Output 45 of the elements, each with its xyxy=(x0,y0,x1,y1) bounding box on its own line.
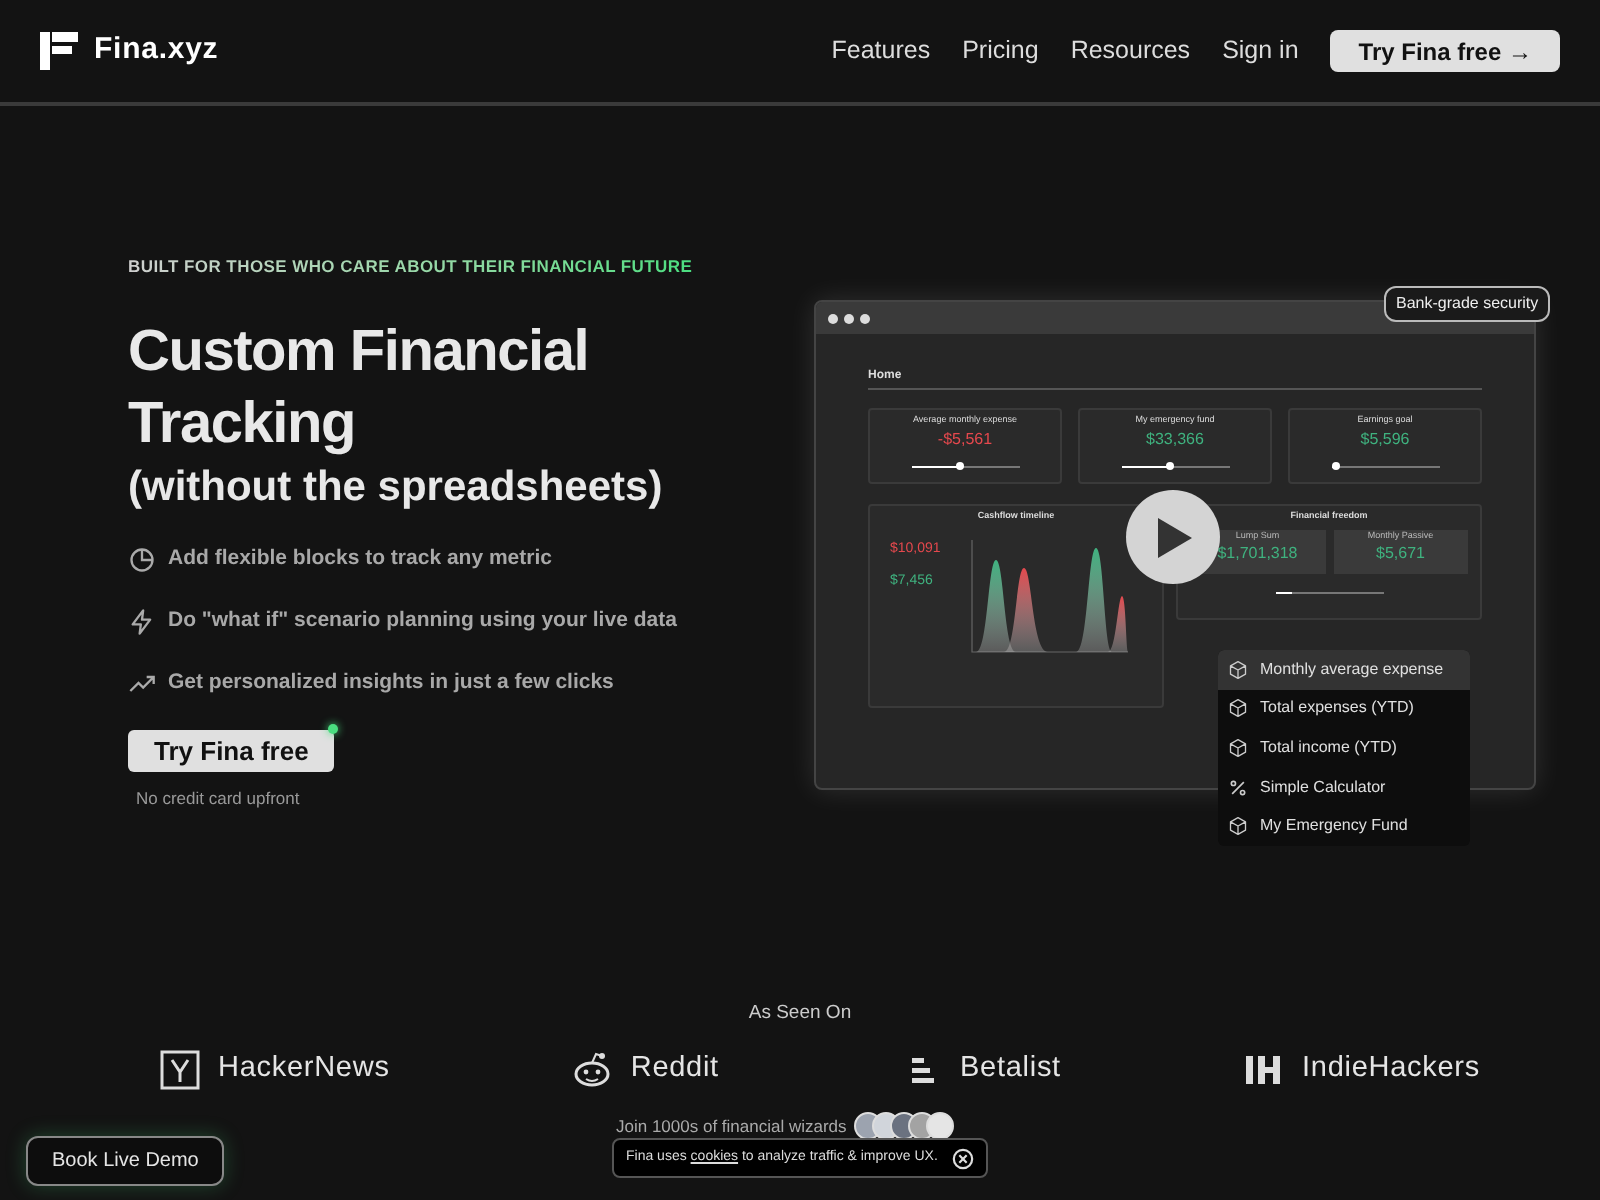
nav-link[interactable]: Pricing xyxy=(962,32,1039,70)
section-title: As Seen On xyxy=(746,1000,854,1028)
outlet-name: IndieHackers xyxy=(1302,1050,1480,1088)
cube-icon xyxy=(1228,659,1248,680)
cube-icon xyxy=(1228,737,1248,758)
box-value: $5,671 xyxy=(1376,543,1425,563)
lightning-icon xyxy=(128,608,156,637)
hero-subtitle: (without the spreadsheets) xyxy=(128,461,665,514)
pie-chart-icon xyxy=(128,546,156,575)
brand-name[interactable]: Fina.xyz xyxy=(94,28,219,74)
book-demo-button[interactable]: Book Live Demo xyxy=(26,1136,225,1186)
logo-icon xyxy=(40,32,78,70)
nav-link[interactable]: Resources xyxy=(1070,32,1191,70)
menu-item[interactable]: Simple Calculator xyxy=(1218,767,1470,807)
note-text: No credit card upfront xyxy=(136,785,302,811)
nav-link[interactable]: Sign in xyxy=(1222,32,1299,70)
feature-text: Add flexible blocks to track any metric xyxy=(168,544,552,575)
close-icon xyxy=(952,1147,974,1169)
outlet-name: Betalist xyxy=(960,1050,1061,1088)
feature-text: Do "what if" scenario planning using your live data xyxy=(168,606,677,637)
hero-title: Custom Financial Tracking xyxy=(128,317,591,460)
nav-link[interactable]: Features xyxy=(831,32,931,70)
try-free-button[interactable]: Try Fina free xyxy=(128,730,335,772)
percent-icon xyxy=(1228,777,1248,798)
alien-head-icon xyxy=(572,1049,613,1090)
cube-icon xyxy=(1228,698,1248,719)
card-value: -$5,561 xyxy=(937,429,993,450)
outlet-name: Reddit xyxy=(630,1050,719,1088)
social-proof-text: Join 1000s of financial wizards xyxy=(616,1113,847,1139)
card-value: $33,366 xyxy=(1146,429,1204,450)
feature-text: Get personalized insights in just a few clicks xyxy=(168,668,614,699)
try-free-button[interactable]: Try Fina free → xyxy=(1330,30,1560,72)
security-badge: Bank-grade security xyxy=(1384,286,1551,322)
menu-item[interactable]: Monthly average expense xyxy=(1218,650,1470,690)
outlet-name: HackerNews xyxy=(218,1050,390,1088)
menu-item[interactable]: Total income (YTD) xyxy=(1218,728,1470,768)
avatar xyxy=(926,1112,955,1140)
box-value: $1,701,318 xyxy=(1217,543,1298,563)
card-value: $5,596 xyxy=(1360,429,1410,450)
menu-item[interactable]: My Emergency Fund xyxy=(1218,806,1470,846)
cube-icon xyxy=(1228,816,1248,837)
close-button[interactable] xyxy=(952,1147,974,1169)
menu-item[interactable]: Total expenses (YTD) xyxy=(1218,689,1470,729)
y-logo-icon xyxy=(160,1049,200,1090)
play-icon xyxy=(1153,515,1193,559)
